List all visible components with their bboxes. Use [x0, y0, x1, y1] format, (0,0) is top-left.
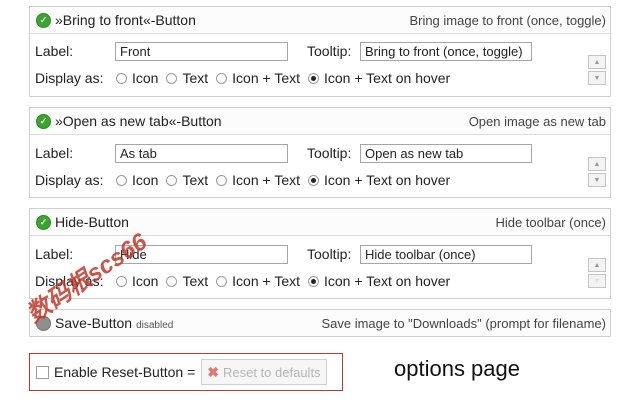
move-up-icon[interactable]: ▲: [588, 55, 606, 69]
disabled-badge: disabled: [136, 320, 174, 331]
radio-label: Icon: [132, 172, 159, 188]
enable-reset-label: Enable Reset-Button =: [54, 364, 196, 380]
radio-text[interactable]: Text: [166, 273, 208, 289]
radio-label: Icon + Text: [232, 70, 300, 86]
radio-circle-icon[interactable]: [116, 174, 127, 186]
move-up-icon[interactable]: ▲: [588, 157, 606, 171]
radio-circle-icon[interactable]: [216, 72, 228, 84]
tooltip-caption: Tooltip:: [307, 145, 352, 161]
move-down-icon[interactable]: ▼: [588, 71, 606, 85]
radio-circle-icon[interactable]: [166, 275, 178, 287]
tooltip-caption: Tooltip:: [307, 246, 352, 262]
label-input[interactable]: [115, 144, 288, 163]
panel-save: Save-Button disabled Save image to "Downl…: [29, 309, 611, 337]
display-row: Display as: Icon Text Icon + Text Icon +…: [35, 170, 458, 190]
reset-button-label: Reset to defaults: [223, 364, 321, 380]
enable-reset-checkbox[interactable]: [36, 365, 49, 379]
panel-bring-to-front: ✓ »Bring to front«-Button Bring image to…: [29, 6, 611, 97]
label-caption: Label:: [35, 145, 74, 161]
move-up-icon[interactable]: ▲: [588, 258, 606, 272]
radio-circle-icon[interactable]: [166, 174, 178, 186]
radio-circle-icon[interactable]: [308, 275, 319, 287]
label-caption: Label:: [35, 43, 74, 59]
radio-circle-icon[interactable]: [116, 275, 127, 287]
reset-section: Enable Reset-Button = ✖ Reset to default…: [29, 353, 343, 391]
order-spinner[interactable]: ▲ ▼: [588, 55, 606, 85]
label-row: Label:: [35, 244, 73, 264]
radio-label: Icon: [132, 70, 159, 86]
radio-circle-icon[interactable]: [308, 174, 319, 186]
radio-circle-icon[interactable]: [216, 174, 228, 186]
radio-icon-text-hover[interactable]: Icon + Text on hover: [308, 273, 450, 289]
panel-title: Save-Button disabled: [55, 315, 173, 331]
display-as-caption: Display as:: [35, 172, 104, 188]
enabled-check-icon[interactable]: ✓: [36, 12, 51, 28]
panel-title: »Bring to front«-Button: [55, 12, 196, 28]
panel-header: ✓ »Open as new tab«-Button Open image as…: [30, 108, 610, 135]
radio-icon[interactable]: Icon: [116, 70, 158, 86]
radio-label: Icon + Text on hover: [324, 70, 451, 86]
panel-open-as-new-tab: ✓ »Open as new tab«-Button Open image as…: [29, 107, 611, 198]
radio-icon[interactable]: Icon: [116, 273, 158, 289]
radio-label: Icon + Text: [232, 273, 300, 289]
radio-label: Icon + Text: [232, 172, 300, 188]
radio-icon[interactable]: Icon: [116, 172, 158, 188]
tooltip-row: Tooltip:: [307, 244, 351, 264]
radio-label: Icon + Text on hover: [324, 273, 451, 289]
display-row: Display as: Icon Text Icon + Text Icon +…: [35, 68, 458, 88]
radio-circle-icon[interactable]: [216, 275, 228, 287]
panel-title: Hide-Button: [55, 214, 129, 230]
radio-circle-icon[interactable]: [166, 72, 178, 84]
enabled-check-icon[interactable]: ✓: [36, 214, 51, 230]
tooltip-caption: Tooltip:: [307, 43, 352, 59]
tooltip-row: Tooltip:: [307, 143, 351, 163]
radio-text[interactable]: Text: [166, 172, 208, 188]
radio-icon-text-hover[interactable]: Icon + Text on hover: [308, 172, 450, 188]
reset-defaults-button[interactable]: ✖ Reset to defaults: [201, 359, 327, 385]
move-down-icon[interactable]: ▼: [588, 173, 606, 187]
tooltip-row: Tooltip:: [307, 41, 351, 61]
label-row: Label:: [35, 143, 73, 163]
options-page-caption: options page: [394, 356, 520, 381]
move-down-icon[interactable]: ▼: [588, 274, 606, 288]
panel-description: Hide toolbar (once): [495, 214, 606, 230]
radio-label: Icon: [132, 273, 159, 289]
radio-icon-text[interactable]: Icon + Text: [216, 172, 300, 188]
panel-header: Save-Button disabled Save image to "Downl…: [30, 310, 610, 336]
radio-label: Icon + Text on hover: [324, 172, 451, 188]
label-input[interactable]: [115, 42, 288, 61]
panel-title-text: Save-Button: [55, 315, 133, 331]
panel-header: ✓ »Bring to front«-Button Bring image to…: [30, 7, 610, 34]
label-caption: Label:: [35, 246, 74, 262]
display-as-caption: Display as:: [35, 70, 104, 86]
radio-circle-icon[interactable]: [116, 72, 127, 84]
radio-text[interactable]: Text: [166, 70, 208, 86]
close-x-icon: ✖: [207, 363, 219, 380]
radio-circle-icon[interactable]: [308, 72, 319, 84]
order-spinner[interactable]: ▲ ▼: [588, 157, 606, 187]
tooltip-input[interactable]: [360, 42, 532, 61]
panel-description: Bring image to front (once, toggle): [409, 12, 606, 28]
radio-icon-text[interactable]: Icon + Text: [216, 70, 300, 86]
enabled-check-icon[interactable]: ✓: [36, 113, 51, 129]
panel-description: Open image as new tab: [468, 113, 606, 129]
radio-label: Text: [182, 273, 209, 289]
panel-description: Save image to "Downloads" (prompt for fi…: [321, 315, 606, 331]
tooltip-input[interactable]: [360, 144, 532, 163]
panel-title: »Open as new tab«-Button: [55, 113, 222, 129]
radio-label: Text: [182, 70, 209, 86]
radio-icon-text-hover[interactable]: Icon + Text on hover: [308, 70, 450, 86]
radio-label: Text: [182, 172, 209, 188]
label-row: Label:: [35, 41, 73, 61]
order-spinner[interactable]: ▲ ▼: [588, 258, 606, 288]
radio-icon-text[interactable]: Icon + Text: [216, 273, 300, 289]
tooltip-input[interactable]: [360, 245, 532, 264]
